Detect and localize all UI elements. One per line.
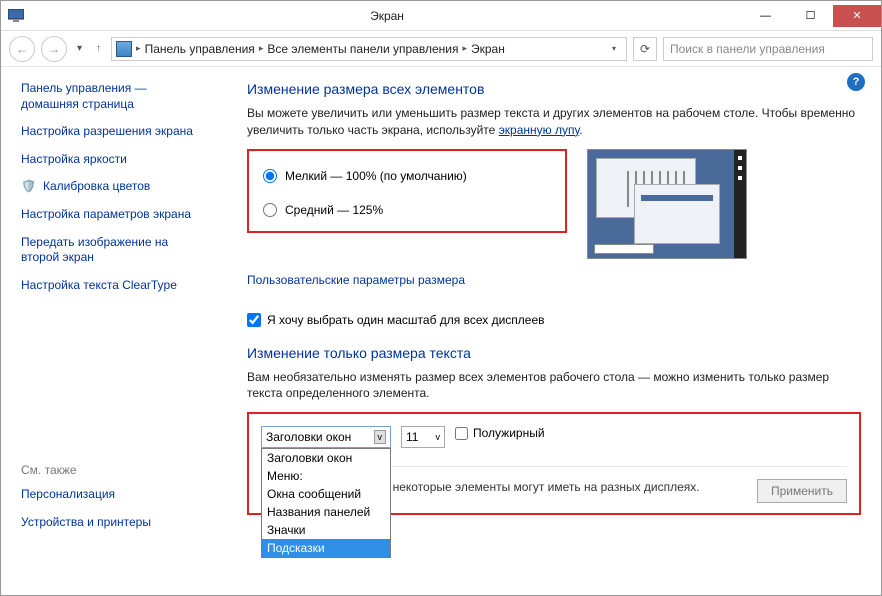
sidebar-link-cleartype[interactable]: Настройка текста ClearType [21, 278, 201, 294]
text-size-description: Вам необязательно изменять размер всех э… [247, 369, 861, 403]
radio-small-input[interactable] [263, 169, 277, 183]
chevron-right-icon: ▸ [259, 43, 264, 54]
description: Вы можете увеличить или уменьшить размер… [247, 105, 861, 139]
seealso-heading: См. также [21, 463, 201, 477]
seealso-devices[interactable]: Устройства и принтеры [21, 515, 201, 531]
option-messageboxes[interactable]: Окна сообщений [262, 485, 390, 503]
single-scale-label: Я хочу выбрать один масштаб для всех дис… [267, 313, 545, 327]
sidebar-link-project[interactable]: Передать изображение на второй экран [21, 235, 201, 266]
refresh-button[interactable]: ⟳ [633, 37, 657, 61]
navbar: ← → ▾ ↑ ▸ Панель управления ▸ Все элемен… [1, 31, 881, 67]
breadcrumb-item[interactable]: Экран [471, 42, 505, 56]
seealso-personalization[interactable]: Персонализация [21, 487, 201, 503]
breadcrumb-dropdown-icon[interactable]: ▾ [606, 44, 622, 53]
scale-options-highlight: Мелкий — 100% (по умолчанию) Средний — 1… [247, 149, 567, 233]
element-select-dropdown: Заголовки окон Меню: Окна сообщений Назв… [261, 448, 391, 558]
option-palettes[interactable]: Названия панелей [262, 503, 390, 521]
monitor-icon [116, 41, 132, 57]
radio-medium[interactable]: Средний — 125% [263, 203, 551, 217]
sidebar-link-display-settings[interactable]: Настройка параметров экрана [21, 207, 201, 223]
page-heading: Изменение размера всех элементов [247, 81, 861, 97]
chevron-right-icon: ▸ [462, 43, 467, 54]
close-button[interactable]: ✕ [833, 5, 881, 27]
text-size-controls-highlight: Заголовки оконv Заголовки окон Меню: Окн… [247, 412, 861, 515]
single-scale-checkbox[interactable] [247, 313, 261, 327]
option-menus[interactable]: Меню: [262, 467, 390, 485]
option-titlebars[interactable]: Заголовки окон [262, 449, 390, 467]
titlebar: Экран — ☐ ✕ [1, 1, 881, 31]
custom-scaling-link[interactable]: Пользовательские параметры размера [247, 273, 465, 287]
apply-button[interactable]: Применить [757, 479, 847, 503]
chevron-down-icon: v [436, 432, 441, 442]
breadcrumb-item[interactable]: Панель управления [145, 42, 255, 56]
sidebar-link-calibration[interactable]: 🛡️Калибровка цветов [21, 179, 201, 195]
bold-label: Полужирный [473, 426, 545, 440]
text-size-heading: Изменение только размера текста [247, 345, 861, 361]
sidebar: Панель управления — домашняя страница На… [1, 67, 211, 595]
shield-icon: 🛡️ [21, 179, 37, 195]
radio-small[interactable]: Мелкий — 100% (по умолчанию) [263, 169, 551, 183]
search-input[interactable]: Поиск в панели управления [663, 37, 873, 61]
magnifier-link[interactable]: экранную лупу [499, 123, 580, 137]
sidebar-link-brightness[interactable]: Настройка яркости [21, 152, 201, 168]
up-button[interactable]: ↑ [92, 43, 105, 54]
option-icons[interactable]: Значки [262, 521, 390, 539]
breadcrumb-bar[interactable]: ▸ Панель управления ▸ Все элементы панел… [111, 37, 627, 61]
breadcrumb-item[interactable]: Все элементы панели управления [267, 42, 458, 56]
window-title: Экран [31, 9, 743, 23]
help-icon[interactable]: ? [847, 73, 865, 91]
element-select[interactable]: Заголовки оконv [261, 426, 391, 448]
main-panel: ? Изменение размера всех элементов Вы мо… [211, 67, 881, 595]
bold-checkbox[interactable] [455, 427, 468, 440]
radio-medium-input[interactable] [263, 203, 277, 217]
back-button[interactable]: ← [9, 36, 35, 62]
app-icon [1, 9, 31, 23]
forward-button[interactable]: → [41, 36, 67, 62]
font-size-select[interactable]: 11v [401, 426, 445, 448]
maximize-button[interactable]: ☐ [788, 5, 833, 27]
preview-image [587, 149, 747, 259]
minimize-button[interactable]: — [743, 5, 788, 27]
history-dropdown-icon[interactable]: ▾ [73, 43, 86, 54]
chevron-down-icon: v [374, 430, 387, 444]
option-tooltips[interactable]: Подсказки [262, 539, 390, 557]
sidebar-link-resolution[interactable]: Настройка разрешения экрана [21, 124, 201, 140]
sidebar-link-home[interactable]: Панель управления — домашняя страница [21, 81, 201, 112]
chevron-right-icon: ▸ [136, 43, 141, 54]
